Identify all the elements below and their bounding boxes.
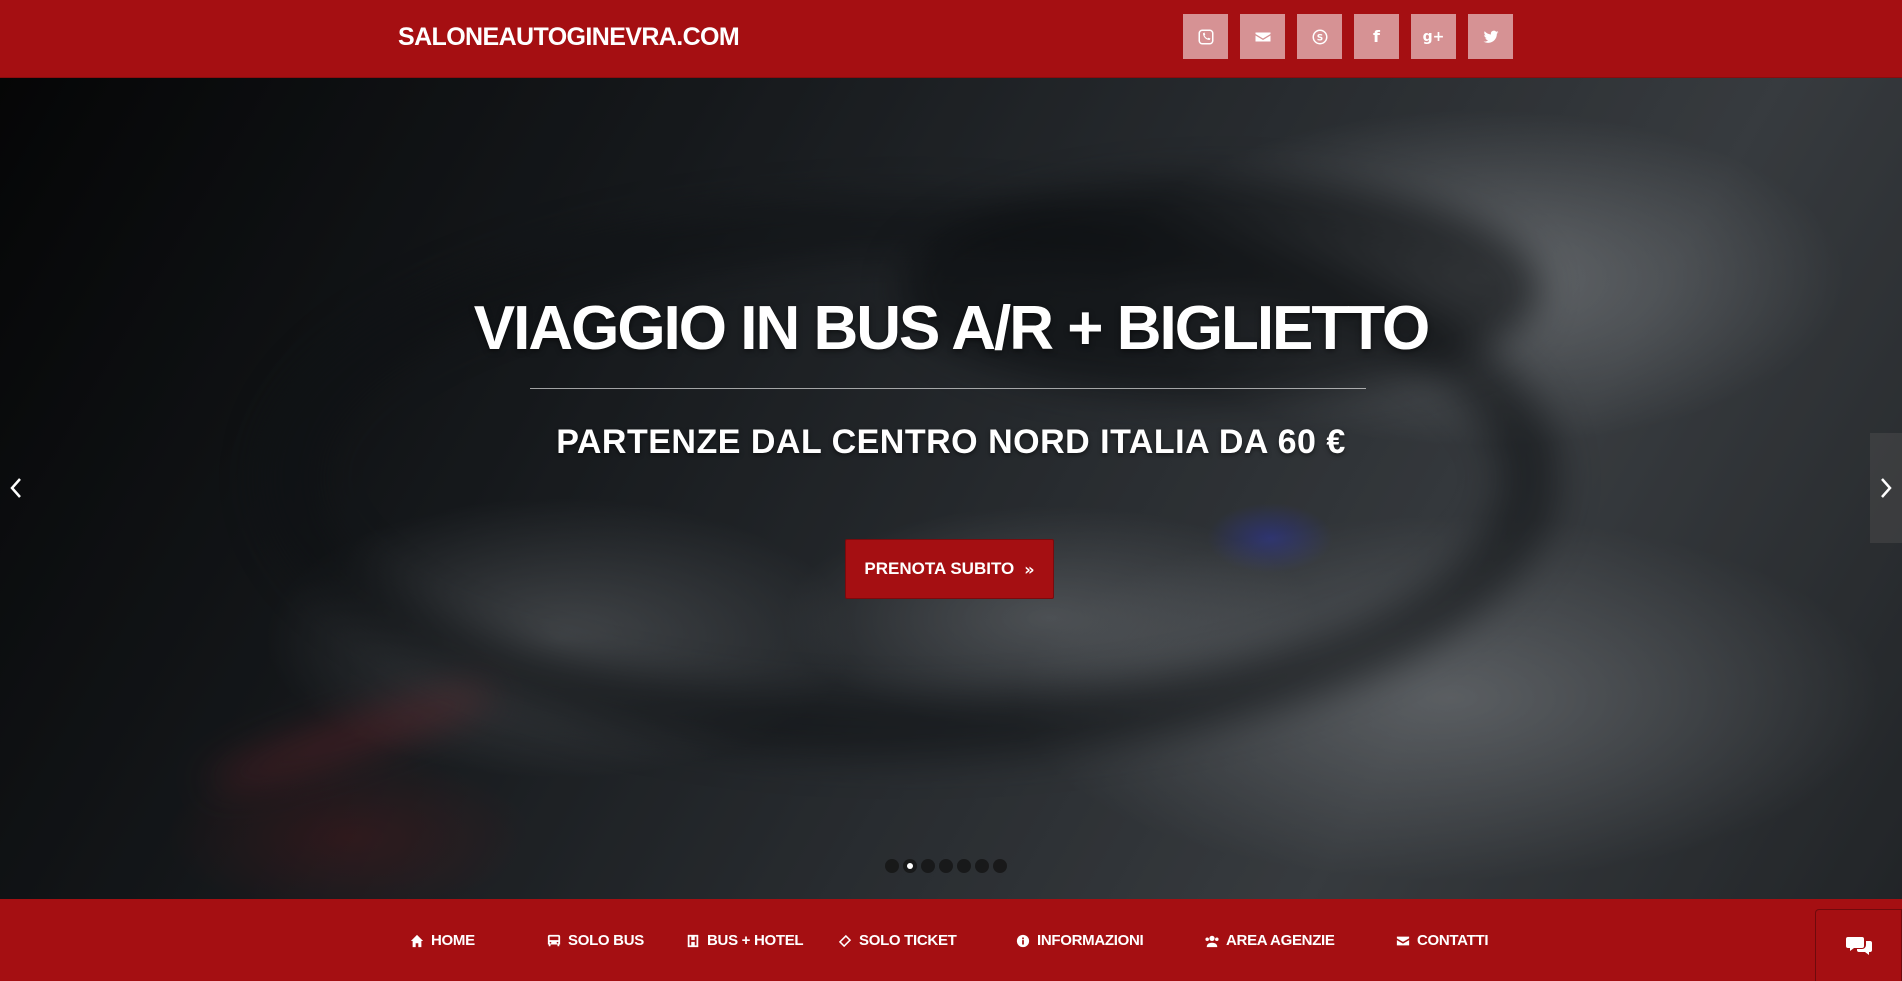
nav-item-home[interactable]: HOME [410, 932, 475, 949]
home-icon [410, 934, 424, 947]
nav-item-contatti[interactable]: CONTATTI [1396, 932, 1489, 949]
svg-text:S: S [1316, 33, 1322, 43]
hotel-icon [687, 934, 699, 947]
slider-prev-button[interactable] [0, 433, 32, 543]
hero-headline: VIAGGIO IN BUS A/R + BIGLIETTO [473, 294, 1431, 363]
slider-dot[interactable] [921, 859, 935, 873]
chevron-right-icon [1881, 478, 1892, 498]
chat-button[interactable] [1815, 909, 1902, 981]
users-icon [1205, 935, 1219, 947]
hero-overlay [0, 78, 1902, 899]
twitter-button[interactable] [1468, 14, 1513, 59]
nav-item-label: SOLO TICKET [859, 932, 957, 949]
nav-item-solo-bus[interactable]: SOLO BUS [547, 932, 644, 949]
nav-item-label: AREA AGENZIE [1226, 932, 1335, 949]
main-navigation: HOME SOLO BUS BUS + HOTEL SOLO TICKET IN… [0, 899, 1902, 981]
slider-dot[interactable] [993, 859, 1007, 873]
slider-dot[interactable] [975, 859, 989, 873]
hero-slider: VIAGGIO IN BUS A/R + BIGLIETTO PARTENZE … [0, 78, 1902, 899]
nav-item-solo-ticket[interactable]: SOLO TICKET [838, 932, 957, 949]
nav-item-label: BUS + HOTEL [707, 932, 804, 949]
skype-button[interactable]: S [1297, 14, 1342, 59]
book-now-label: PRENOTA SUBITO [864, 559, 1015, 578]
hero-divider [530, 388, 1366, 389]
google-plus-button[interactable]: g+ [1411, 14, 1456, 59]
chevron-left-icon [10, 478, 21, 498]
slider-dot[interactable] [885, 859, 899, 873]
slider-dot[interactable] [957, 859, 971, 873]
nav-item-informazioni[interactable]: INFORMAZIONI [1016, 932, 1144, 949]
bus-icon [547, 934, 561, 946]
chat-bubbles-icon [1845, 936, 1872, 955]
envelope-icon [1396, 936, 1410, 945]
nav-item-bus-hotel[interactable]: BUS + HOTEL [686, 932, 804, 949]
phone-icon [1198, 29, 1213, 44]
top-header: SALONEAUTOGINEVRA.COM S f g+ [0, 0, 1902, 78]
site-logo[interactable]: SALONEAUTOGINEVRA.COM [398, 23, 740, 52]
slider-pagination [885, 859, 1007, 873]
facebook-button[interactable]: f [1354, 14, 1399, 59]
envelope-icon [1255, 32, 1270, 41]
social-links: S f g+ [1183, 14, 1513, 59]
nav-item-label: INFORMAZIONI [1037, 932, 1144, 949]
email-button[interactable] [1240, 14, 1285, 59]
book-now-button[interactable]: PRENOTA SUBITO » [845, 539, 1054, 599]
nav-item-label: SOLO BUS [568, 932, 644, 949]
slider-next-button[interactable] [1870, 433, 1902, 543]
facebook-icon: f [1373, 27, 1380, 46]
google-plus-icon: g+ [1422, 28, 1445, 45]
skype-icon: S [1312, 29, 1327, 44]
slider-dot[interactable] [939, 859, 953, 873]
slider-dot[interactable] [903, 859, 917, 873]
phone-button[interactable] [1183, 14, 1228, 59]
nav-item-area-agenzie[interactable]: AREA AGENZIE [1205, 932, 1335, 949]
info-icon [1016, 934, 1030, 947]
ticket-icon [838, 934, 852, 947]
nav-item-label: HOME [431, 932, 475, 949]
hero-subline: PARTENZE DAL CENTRO NORD ITALIA DA 60 € [556, 423, 1346, 461]
double-chevron-right-icon: » [1024, 559, 1035, 579]
nav-item-label: CONTATTI [1417, 932, 1489, 949]
twitter-icon [1483, 30, 1498, 43]
